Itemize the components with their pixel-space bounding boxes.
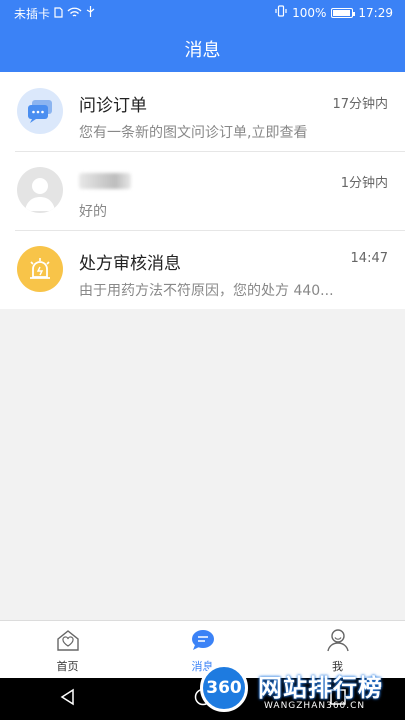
message-icon	[190, 628, 216, 655]
user-icon	[325, 628, 351, 655]
message-time: 1分钟内	[340, 176, 388, 191]
message-item-consultation[interactable]: 问诊订单 17分钟内 您有一条新的图文问诊订单,立即查看	[0, 72, 405, 151]
header: 消息	[0, 26, 405, 72]
message-preview: 由于用药方法不符原因，您的处方 440...	[79, 283, 334, 299]
clock: 17:29	[358, 5, 393, 20]
user-avatar-icon	[17, 167, 63, 213]
message-preview: 好的	[79, 204, 107, 220]
tab-home[interactable]: 首页	[0, 621, 135, 678]
vibrate-icon	[275, 5, 287, 20]
message-title: 处方审核消息	[79, 254, 181, 274]
message-preview: 您有一条新的图文问诊订单,立即查看	[79, 125, 308, 141]
page-title: 消息	[184, 40, 221, 61]
alarm-icon	[17, 246, 63, 292]
watermark: 360 网站排行榜 WANGZHAN360.CN	[198, 660, 405, 720]
status-bar: 未插卡 100% 17:29	[0, 0, 405, 26]
back-icon[interactable]	[59, 688, 77, 710]
message-time: 17分钟内	[332, 97, 388, 112]
tab-label: 首页	[56, 660, 79, 673]
message-item-prescription[interactable]: 处方审核消息 14:47 由于用药方法不符原因，您的处方 440...	[0, 230, 405, 309]
message-list: 问诊订单 17分钟内 您有一条新的图文问诊订单,立即查看 1分钟内 好的 处方审…	[0, 72, 405, 309]
watermark-logo: 360	[200, 664, 248, 712]
home-icon	[55, 628, 81, 655]
contact-name-blurred	[79, 173, 131, 189]
battery-percent: 100%	[292, 5, 327, 20]
watermark-subtext: WANGZHAN360.CN	[264, 701, 366, 711]
watermark-text: 网站排行榜	[258, 674, 383, 702]
sim-icon	[54, 6, 63, 21]
chat-bubble-icon	[17, 88, 63, 134]
carrier-text: 未插卡	[14, 7, 51, 21]
message-title: 问诊订单	[79, 96, 147, 116]
message-item-chat[interactable]: 1分钟内 好的	[0, 151, 405, 230]
message-time: 14:47	[350, 251, 388, 266]
battery-icon	[331, 7, 356, 18]
wifi-icon	[67, 7, 82, 21]
usb-icon	[86, 6, 95, 21]
